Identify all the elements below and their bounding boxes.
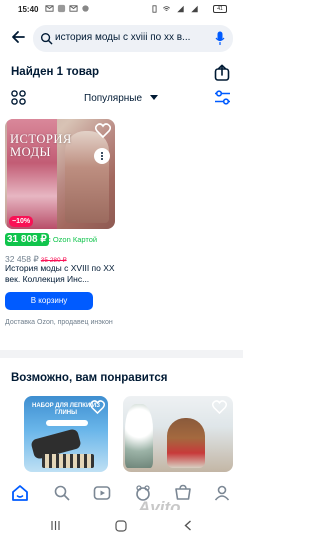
- heart-icon[interactable]: [95, 123, 111, 138]
- signal-icon: [177, 5, 184, 13]
- add-to-cart-button[interactable]: В корзину: [5, 292, 93, 310]
- ozon-card-label: с Ozon Картой: [47, 235, 98, 244]
- delivery-info: Доставка Ozon, продавец инэкон: [5, 319, 113, 326]
- back-arrow-icon[interactable]: [10, 29, 26, 45]
- status-bar: 15:40 41: [0, 0, 243, 20]
- bottom-navigation: [0, 476, 243, 510]
- mic-icon[interactable]: [215, 31, 225, 46]
- search-icon: [40, 32, 53, 45]
- results-header: Найден 1 товар: [0, 60, 243, 84]
- sort-dropdown[interactable]: Популярные: [84, 93, 142, 104]
- search-header: история моды с xviii по xx в...: [0, 20, 243, 56]
- filter-sliders-icon[interactable]: [214, 89, 231, 106]
- price-row: 31 808 ₽ с Ozon Картой: [5, 233, 125, 247]
- product-title[interactable]: История моды с XVIII по XX век. Коллекци…: [5, 263, 119, 285]
- card-price: 31 808 ₽: [5, 233, 49, 246]
- catalog-icon[interactable]: [53, 484, 71, 502]
- section-divider: [0, 350, 243, 358]
- mail-notification-icon: [69, 5, 78, 12]
- home-button-icon[interactable]: [115, 520, 127, 532]
- profile-icon[interactable]: [213, 484, 231, 502]
- results-count: Найден 1 товар: [11, 66, 100, 78]
- system-navigation: [0, 510, 243, 540]
- status-time: 15:40: [18, 5, 39, 14]
- regular-price-row: 32 458 ₽35 280 ₽: [5, 249, 67, 264]
- recommendations-title: Возможно, вам понравится: [11, 372, 168, 384]
- heart-icon[interactable]: [212, 400, 227, 414]
- recommendation-card[interactable]: НАБОР ДЛЯ ЛЕПКИ ИЗ ГЛИНЫ: [24, 396, 108, 472]
- vibrate-icon: [152, 5, 157, 13]
- back-icon[interactable]: [183, 520, 193, 531]
- recents-icon[interactable]: [50, 520, 61, 531]
- grid-view-icon[interactable]: [11, 90, 26, 105]
- app-notification-icon: [82, 5, 89, 12]
- mail-notification-icon: [45, 5, 54, 12]
- filter-bar: Популярные: [0, 86, 243, 110]
- chevron-down-icon[interactable]: [150, 95, 158, 100]
- recommendation-card[interactable]: [123, 396, 233, 472]
- search-input[interactable]: история моды с xviii по xx в...: [33, 25, 233, 52]
- more-dots-icon[interactable]: [94, 148, 110, 164]
- share-icon[interactable]: [214, 64, 230, 81]
- search-query: история моды с xviii по xx в...: [55, 32, 191, 43]
- product-image[interactable]: ИСТОРИЯ МОДЫ −10%: [5, 119, 115, 229]
- discount-badge: −10%: [9, 216, 34, 227]
- battery-indicator: 41: [213, 5, 227, 13]
- heart-icon[interactable]: [90, 400, 105, 414]
- wifi-icon: [163, 6, 170, 11]
- video-icon[interactable]: [93, 484, 111, 502]
- home-icon[interactable]: [11, 484, 29, 502]
- signal-icon: [191, 5, 198, 13]
- app-notification-icon: [57, 4, 66, 13]
